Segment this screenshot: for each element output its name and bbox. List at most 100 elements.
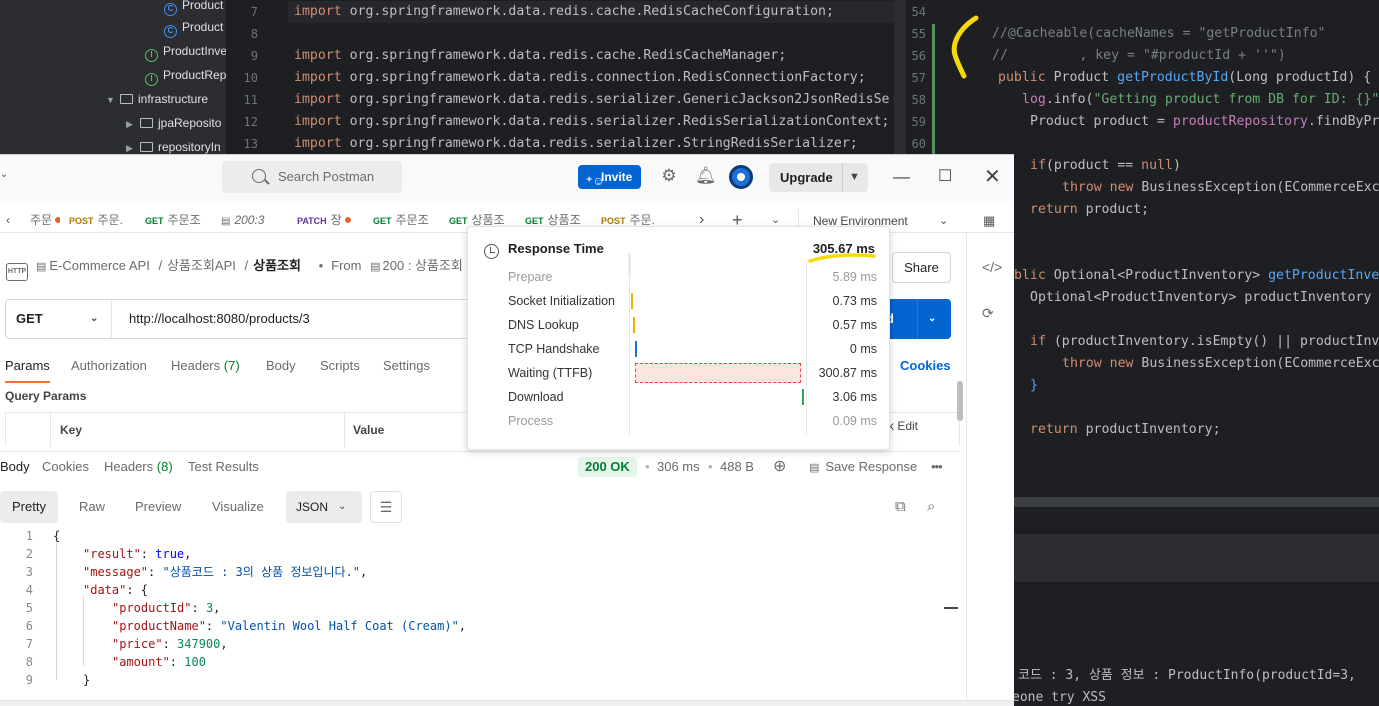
view-pretty[interactable]: Pretty <box>0 491 58 523</box>
request-tab[interactable]: ▤ 200:3 <box>221 209 287 233</box>
response-body-viewer[interactable]: 1{ 2 "result": true, 3 "message": "상품코드 : … <box>0 527 960 692</box>
chevron-down-icon: ⌄ <box>90 313 99 324</box>
tab-scripts[interactable]: Scripts <box>320 349 360 383</box>
source-example-link[interactable]: 200 : 상품조회 <box>383 258 463 273</box>
request-tab[interactable]: PATCH 장 <box>297 209 363 233</box>
console-line: eone try XSS <box>1012 690 1106 705</box>
avatar[interactable] <box>729 165 753 189</box>
code-line: Product product = productRepository.find… <box>1030 114 1379 129</box>
tree-item[interactable]: ▶ jpaReposito <box>126 112 221 134</box>
request-tab[interactable]: POST 주문. <box>69 209 135 233</box>
breadcrumb-folder[interactable]: 상품조회API <box>167 258 236 273</box>
timing-value: 0.73 ms <box>832 294 877 308</box>
maximize-icon[interactable]: ☐ <box>938 165 952 189</box>
view-raw[interactable]: Raw <box>67 491 117 523</box>
tab-response-headers[interactable]: Headers (8) <box>104 452 173 482</box>
tree-item[interactable]: ▼ infrastructure <box>106 88 208 110</box>
copy-icon[interactable]: ⧉ <box>895 498 906 515</box>
tree-item[interactable]: C Product <box>164 16 223 38</box>
folder-icon <box>140 118 153 128</box>
method-select[interactable]: GET ⌄ <box>6 300 112 338</box>
tab-body[interactable]: Body <box>266 349 296 383</box>
timing-value: 300.87 ms <box>818 366 877 380</box>
tree-item[interactable]: C Product <box>164 0 223 16</box>
tree-item[interactable]: I ProductInve <box>145 40 227 62</box>
line-number: 55 <box>911 27 926 41</box>
timing-row: Process 0.09 ms <box>468 409 891 433</box>
ide-right-editor[interactable]: //@Cacheable(cacheNames = "getProductInf… <box>964 0 1379 466</box>
close-icon[interactable]: ✕ <box>984 165 1001 189</box>
json-line: 9} <box>25 673 91 687</box>
status-badge[interactable]: 200 OK <box>578 457 637 477</box>
bell-icon[interactable]: 🔔︎ <box>695 166 717 186</box>
timing-row: Download 3.06 ms <box>468 385 891 409</box>
tab-authorization[interactable]: Authorization <box>71 349 147 383</box>
tab-settings[interactable]: Settings <box>383 349 430 383</box>
code-line: Optional<ProductInventory> productInvent… <box>1030 290 1372 305</box>
ide-panel-splitter[interactable] <box>1014 497 1379 507</box>
tree-item[interactable]: I ProductRep <box>145 64 226 86</box>
chevron-down-icon: ▼ <box>849 171 860 183</box>
line-number: 1 <box>25 529 33 543</box>
unsaved-dot <box>344 217 351 223</box>
environment-quick-look-icon[interactable]: ▦ <box>983 213 995 229</box>
line-number: 59 <box>911 115 926 129</box>
tab-response-body[interactable]: Body <box>0 452 30 482</box>
code-line: import org.springframework.data.redis.se… <box>294 92 890 107</box>
code-line: import org.springframework.data.redis.se… <box>294 114 890 129</box>
view-preview[interactable]: Preview <box>123 491 193 523</box>
scrollbar[interactable] <box>944 607 958 609</box>
json-line: 3 "message": "상품코드 : 3의 상품 정보입니다.", <box>25 565 368 579</box>
response-size[interactable]: 488 B <box>720 452 754 482</box>
gear-icon[interactable]: ⚙ <box>659 166 679 186</box>
format-select[interactable]: JSON ⌄ <box>286 491 362 523</box>
upgrade-button[interactable]: Upgrade ▼ <box>769 163 868 192</box>
save-icon: ▤ <box>809 462 820 474</box>
refresh-icon[interactable]: ⟳ <box>982 305 994 322</box>
class-icon: C <box>164 3 177 16</box>
scrollbar[interactable] <box>957 381 963 421</box>
share-button[interactable]: Share <box>892 252 951 283</box>
search-input[interactable]: Search Postman <box>222 161 402 193</box>
http-icon: HTTP <box>6 263 28 281</box>
chevron-left-icon[interactable]: ‹ <box>6 209 10 233</box>
timing-label: Process <box>508 414 554 428</box>
code-line: throw new BusinessException(ECommerceExc <box>1062 356 1379 371</box>
view-visualize[interactable]: Visualize <box>200 491 276 523</box>
popover-title: Response Time <box>508 241 604 256</box>
request-tab[interactable]: 주문 <box>30 209 60 233</box>
chevron-right-icon: ▶ <box>126 119 133 129</box>
response-view-bar: Pretty Raw Preview Visualize JSON ⌄ ☰ ⧉ ⌕ <box>0 491 960 523</box>
search-icon[interactable]: ⌕ <box>927 498 935 515</box>
vcs-change-marker <box>932 24 935 154</box>
bulk-edit-link[interactable]: k Edit <box>888 419 918 433</box>
response-time[interactable]: 306 ms <box>657 452 700 482</box>
chevron-down-icon[interactable]: ⌄ <box>0 169 8 180</box>
invite-button[interactable]: ⁺☺ Invite <box>578 165 641 189</box>
folder-icon <box>140 142 153 152</box>
chevron-down-icon: ⌄ <box>939 215 949 227</box>
line-number: 12 <box>243 115 258 129</box>
response-tabs-bar: Body Cookies Headers (8) Test Results 20… <box>0 451 960 481</box>
code-line: import org.springframework.data.redis.se… <box>294 136 858 151</box>
timing-bar <box>631 293 633 309</box>
timing-label: DNS Lookup <box>508 318 579 332</box>
tab-headers[interactable]: Headers (7) <box>171 349 240 383</box>
ide-left-editor[interactable]: import org.springframework.data.redis.ca… <box>288 0 894 154</box>
tab-params[interactable]: Params <box>5 349 50 383</box>
more-icon[interactable]: ••• <box>931 452 943 482</box>
wrap-lines-icon[interactable]: ☰ <box>370 491 402 523</box>
timing-row: DNS Lookup 0.57 ms <box>468 313 891 337</box>
breadcrumb-collection[interactable]: E-Commerce API <box>49 258 149 273</box>
request-tab[interactable]: GET 주문조 <box>145 209 211 233</box>
tab-test-results[interactable]: Test Results <box>188 452 259 482</box>
tab-response-cookies[interactable]: Cookies <box>42 452 89 482</box>
cookies-link[interactable]: Cookies <box>900 349 951 383</box>
request-tab[interactable]: GET 주문조 <box>373 209 439 233</box>
editor-splitter[interactable] <box>894 0 906 154</box>
save-response-button[interactable]: ▤ Save Response <box>809 452 917 483</box>
url-input[interactable]: http://localhost:8080/products/3 <box>129 300 310 338</box>
minimize-icon[interactable]: — <box>893 165 910 189</box>
code-icon[interactable]: </> <box>982 259 1002 275</box>
globe-icon[interactable]: ⊕ <box>773 452 786 482</box>
